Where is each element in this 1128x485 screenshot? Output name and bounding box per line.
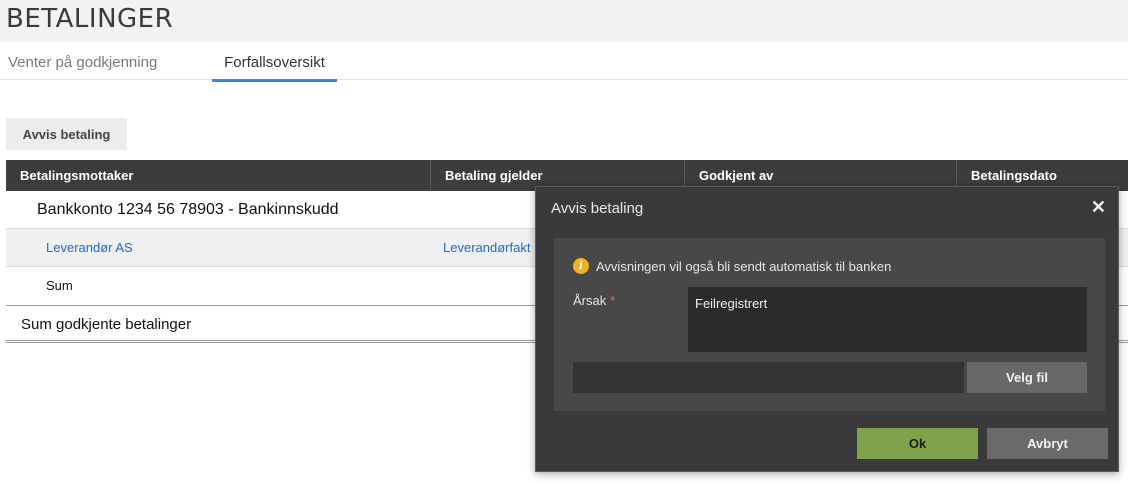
column-header-recipient[interactable]: Betalingsmottaker bbox=[6, 160, 431, 191]
tab-bar: Venter på godkjenning Forfallsoversikt bbox=[0, 42, 1128, 82]
reject-payment-dialog: Avvis betaling ✕ i Avvisningen vil også … bbox=[535, 186, 1119, 472]
close-icon[interactable]: ✕ bbox=[1091, 198, 1106, 216]
page-title: BETALINGER bbox=[6, 4, 174, 34]
file-path-field[interactable] bbox=[573, 362, 964, 393]
ok-button[interactable]: Ok bbox=[857, 428, 978, 459]
info-message: i Avvisningen vil også bli sendt automat… bbox=[573, 257, 891, 275]
total-label: Sum godkjente betalinger bbox=[21, 316, 192, 333]
invoice-link[interactable]: Leverandørfakt bbox=[443, 240, 530, 255]
reason-label-text: Årsak bbox=[573, 293, 607, 308]
choose-file-button[interactable]: Velg fil bbox=[967, 362, 1087, 393]
sum-label: Sum bbox=[46, 278, 73, 293]
group-account-title: Bankkonto 1234 56 78903 - Bankinnskudd bbox=[37, 201, 339, 218]
required-marker: * bbox=[610, 293, 616, 308]
tab-pending-approval[interactable]: Venter på godkjenning bbox=[8, 54, 157, 71]
tab-due-overview[interactable]: Forfallsoversikt bbox=[212, 54, 337, 82]
dialog-title: Avvis betaling bbox=[551, 200, 644, 217]
reject-payment-button[interactable]: Avvis betaling bbox=[6, 118, 127, 150]
info-text: Avvisningen vil også bli sendt automatis… bbox=[596, 258, 892, 274]
dialog-body: i Avvisningen vil også bli sendt automat… bbox=[554, 238, 1105, 411]
cancel-button[interactable]: Avbryt bbox=[987, 428, 1108, 459]
reason-label: Årsak * bbox=[573, 293, 615, 308]
reason-field[interactable]: Feilregistrert bbox=[688, 287, 1087, 352]
page-header: BETALINGER bbox=[0, 0, 1128, 42]
recipient-link[interactable]: Leverandør AS bbox=[46, 240, 133, 255]
info-circle-icon: i bbox=[573, 258, 589, 274]
